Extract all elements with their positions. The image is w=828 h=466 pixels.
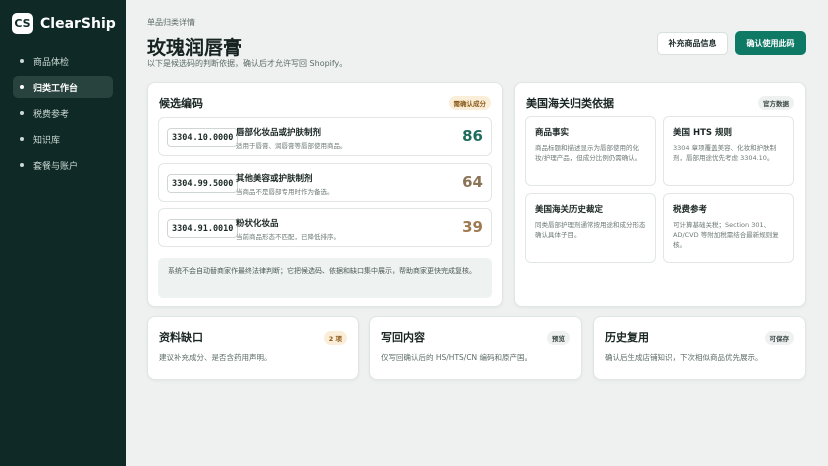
sidebar-item-account[interactable]: 套餐与账户: [13, 154, 113, 176]
dot-icon: [20, 163, 24, 167]
candidate-score: 86: [462, 127, 483, 145]
logo-icon: CS: [12, 13, 33, 34]
basis-item: 税费参考 可计算基础关税；Section 301、AD/CVD 等附加税需结合最…: [663, 193, 794, 263]
card-desc: 仅写回确认后的 HS/HTS/CN 编码和原产国。: [381, 353, 533, 362]
dot-icon: [20, 137, 24, 141]
saveable-badge[interactable]: 可保存: [764, 331, 794, 345]
preview-badge[interactable]: 预览: [547, 331, 570, 345]
status-badge: 官方数据: [758, 96, 794, 110]
sidebar-item-label: 归类工作台: [33, 83, 79, 94]
candidate-desc: 当商品不是唇部专用时作为备选。: [236, 188, 334, 196]
hs-code: 3304.91.0010: [167, 219, 239, 238]
basis-card: 美国海关归类依据 官方数据 商品事实 商品标题和描述显示为唇部使用的化妆/护理产…: [514, 82, 806, 307]
card-title: 写回内容: [381, 331, 425, 344]
history-reuse-card: 历史复用 可保存 确认后生成店铺知识，下次相似商品优先展示。: [593, 316, 806, 380]
card-desc: 建议补充成分、是否含药用声明。: [159, 353, 272, 362]
candidate-desc: 适用于唇膏、润唇膏等唇部使用商品。: [236, 142, 347, 150]
main-content: 单品归类详情 玫瑰润唇膏 以下是候选码的判断依据，确认后才允许写回 Shopif…: [126, 0, 828, 466]
brand: CS ClearShip: [0, 0, 126, 34]
disclaimer-note: 系统不会自动替商家作最终法律判断；它把候选码、依据和缺口集中展示，帮助商家更快完…: [158, 258, 492, 298]
basis-desc: 3304 章项覆盖美容、化妆和护肤制剂，唇部用途优先考虑 3304.10。: [673, 144, 777, 163]
basis-title: 商品事实: [535, 128, 570, 138]
dot-icon: [20, 111, 24, 115]
card-title: 美国海关归类依据: [526, 97, 614, 110]
dot-icon: [20, 59, 24, 63]
hs-code: 3304.99.5000: [167, 174, 239, 193]
basis-title: 税费参考: [673, 205, 708, 215]
card-title: 候选编码: [159, 97, 203, 110]
sidebar-item-product-check[interactable]: 商品体检: [13, 50, 113, 72]
hs-code: 3304.10.0000: [167, 128, 239, 147]
sidebar-item-knowledge[interactable]: 知识库: [13, 128, 113, 150]
brand-name: ClearShip: [40, 15, 116, 32]
sidebar-item-label: 税费参考: [33, 109, 70, 120]
candidate-row[interactable]: 3304.91.0010 粉状化妆品 当前商品形态不匹配，已降低排序。 39: [158, 208, 492, 247]
card-title: 资料缺口: [159, 331, 203, 344]
dot-icon: [20, 85, 24, 89]
supplement-info-button[interactable]: 补充商品信息: [657, 32, 728, 55]
candidate-score: 39: [462, 218, 483, 236]
sidebar-item-label: 知识库: [33, 135, 61, 146]
basis-desc: 商品标题和描述显示为唇部使用的化妆/护理产品，但成分比例仍需确认。: [535, 144, 642, 163]
sidebar-item-label: 套餐与账户: [33, 161, 79, 172]
basis-item: 商品事实 商品标题和描述显示为唇部使用的化妆/护理产品，但成分比例仍需确认。: [525, 116, 656, 186]
candidate-row[interactable]: 3304.99.5000 其他美容或护肤制剂 当商品不是唇部专用时作为备选。 6…: [158, 163, 492, 202]
card-title: 历史复用: [605, 331, 649, 344]
basis-item: 美国海关历史裁定 同类唇部护理剂通常按用途和成分形态确认具体子目。: [525, 193, 656, 263]
sidebar-nav: 商品体检 归类工作台 税费参考 知识库 套餐与账户: [0, 50, 126, 176]
basis-title: 美国 HTS 规则: [673, 128, 732, 138]
confirm-code-button[interactable]: 确认使用此码: [735, 31, 806, 55]
count-badge: 2 项: [323, 331, 347, 345]
candidates-card: 候选编码 需确认成分 3304.10.0000 唇部化妆品或护肤制剂 适用于唇膏…: [147, 82, 503, 307]
basis-desc: 同类唇部护理剂通常按用途和成分形态确认具体子目。: [535, 221, 646, 240]
basis-item: 美国 HTS 规则 3304 章项覆盖美容、化妆和护肤制剂，唇部用途优先考虑 3…: [663, 116, 794, 186]
page-subtitle: 以下是候选码的判断依据，确认后才允许写回 Shopify。: [147, 59, 348, 68]
basis-title: 美国海关历史裁定: [535, 205, 604, 215]
breadcrumb: 单品归类详情: [147, 18, 195, 27]
page-title: 玫瑰润唇膏: [147, 37, 243, 59]
candidate-name: 粉状化妆品: [236, 219, 279, 229]
candidate-name: 唇部化妆品或护肤制剂: [236, 128, 322, 138]
candidate-desc: 当前商品形态不匹配，已降低排序。: [236, 233, 340, 241]
sidebar-item-label: 商品体检: [33, 57, 70, 68]
sidebar-item-tax[interactable]: 税费参考: [13, 102, 113, 124]
basis-desc: 可计算基础关税；Section 301、AD/CVD 等附加税需结合最新规则复核…: [673, 221, 779, 250]
candidate-row[interactable]: 3304.10.0000 唇部化妆品或护肤制剂 适用于唇膏、润唇膏等唇部使用商品…: [158, 117, 492, 156]
sidebar-item-classification[interactable]: 归类工作台: [13, 76, 113, 98]
status-badge: 需确认成分: [448, 96, 491, 110]
candidate-name: 其他美容或护肤制剂: [236, 174, 313, 184]
data-gap-card: 资料缺口 2 项 建议补充成分、是否含药用声明。: [147, 316, 359, 380]
sidebar: CS ClearShip 商品体检 归类工作台 税费参考 知识库 套餐与账户: [0, 0, 126, 466]
candidate-score: 64: [462, 173, 483, 191]
writeback-card: 写回内容 预览 仅写回确认后的 HS/HTS/CN 编码和原产国。: [369, 316, 582, 380]
card-desc: 确认后生成店铺知识，下次相似商品优先展示。: [605, 353, 763, 362]
